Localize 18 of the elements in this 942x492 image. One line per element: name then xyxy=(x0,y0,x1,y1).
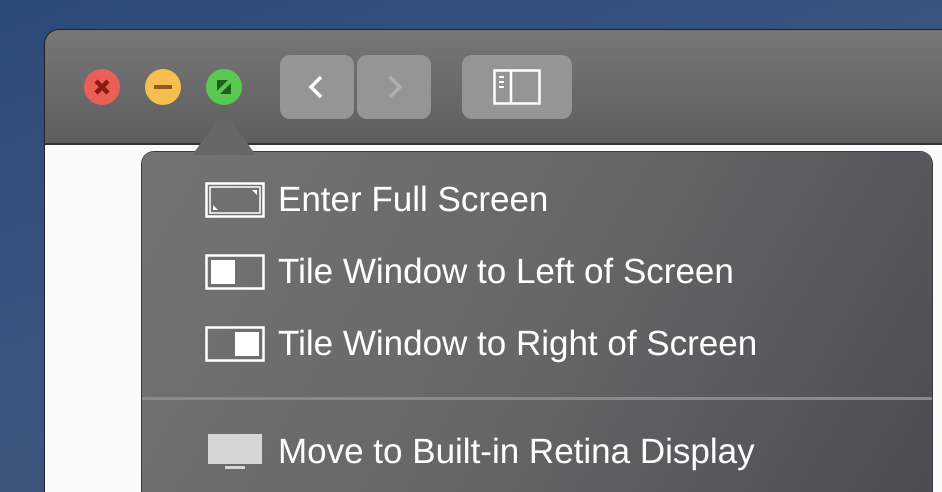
menu-item[interactable]: Enter Full Screen xyxy=(142,164,932,236)
minimize-button[interactable] xyxy=(145,68,181,104)
menu-item-label: Enter Full Screen xyxy=(278,180,548,220)
tile-left-icon xyxy=(205,254,265,290)
back-button[interactable] xyxy=(280,54,354,118)
sidebar-icon xyxy=(493,68,541,104)
menu-item-label: Tile Window to Right of Screen xyxy=(278,324,758,364)
menu-item-label: Move to Built-in Retina Display xyxy=(278,432,755,472)
menu-item[interactable]: Move to Built-in Retina Display xyxy=(142,416,932,488)
tile-right-icon xyxy=(205,326,265,362)
close-button[interactable] xyxy=(84,68,120,104)
menu-item-label: Tile Window to Left of Screen xyxy=(278,252,734,292)
sidebar-button[interactable] xyxy=(462,54,572,118)
monitor-icon xyxy=(205,434,265,470)
fullscreen-icon xyxy=(205,182,265,218)
menu-item[interactable]: Tile Window to Right of Screen xyxy=(142,308,932,380)
menu-item[interactable]: Tile Window to Left of Screen xyxy=(142,236,932,308)
fullscreen-button[interactable] xyxy=(206,68,242,104)
